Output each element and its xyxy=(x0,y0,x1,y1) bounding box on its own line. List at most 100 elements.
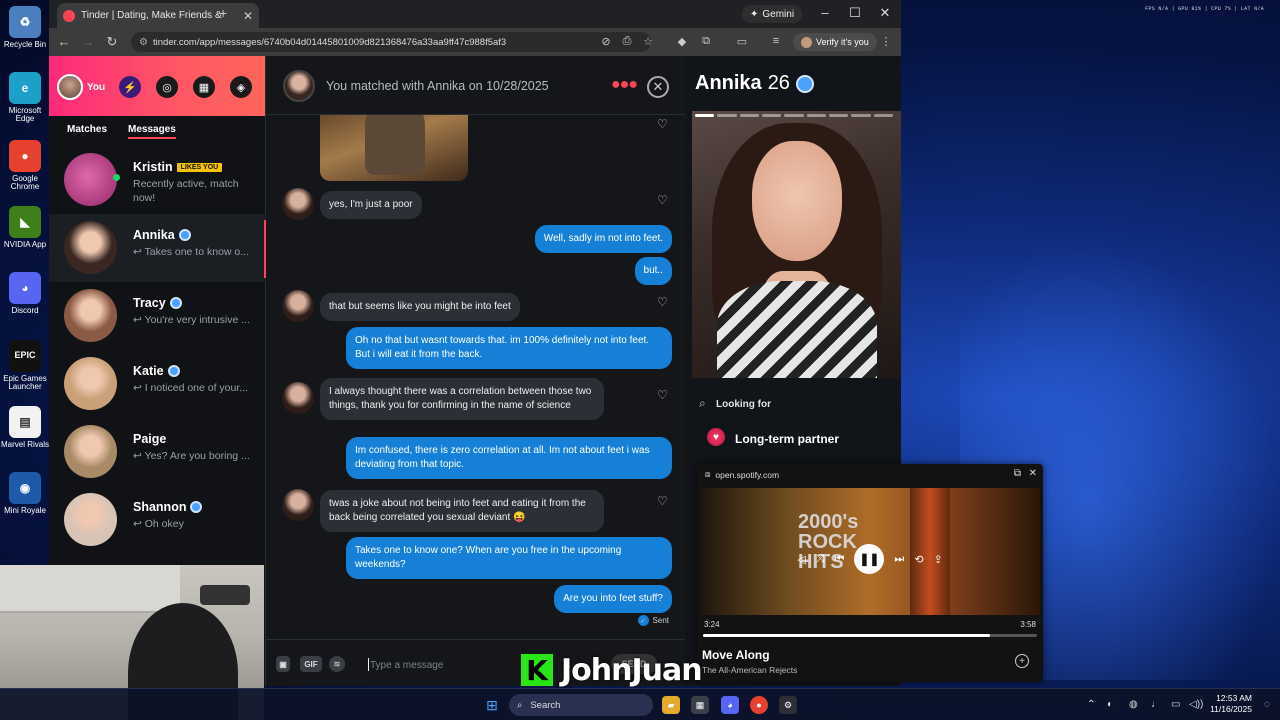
reload-icon[interactable]: ↻ xyxy=(103,34,121,50)
network-icon[interactable]: ▭ xyxy=(1171,699,1180,710)
profile-photo[interactable] xyxy=(692,111,901,378)
close-tab-icon[interactable]: ✕ xyxy=(243,9,253,23)
conversation-item[interactable]: Annika ↩ Takes one to know o... xyxy=(49,214,267,282)
conversation-item[interactable]: Shannon ↩ Oh okey xyxy=(49,486,266,554)
briefcase-icon[interactable]: ▦ xyxy=(193,76,215,98)
address-bar-row: ← → ↻ ⚙ tinder.com/app/messages/6740b04d… xyxy=(49,28,901,56)
tray-app-icon[interactable]: ◐ xyxy=(1107,699,1113,710)
tray-chevron-icon[interactable]: ⌃ xyxy=(1087,699,1095,710)
share-icon[interactable]: ⇪ xyxy=(934,553,943,566)
site-info-icon[interactable]: ⚙ xyxy=(139,37,148,48)
conversation-name: Tracy xyxy=(133,296,166,310)
install-icon[interactable]: ⎙ xyxy=(620,35,634,48)
outgoing-message[interactable]: Well, sadly im not into feet. xyxy=(534,225,672,254)
forward-icon[interactable]: → xyxy=(79,34,97,49)
shuffle-icon[interactable]: ⤨ xyxy=(816,553,825,566)
tab-matches[interactable]: Matches xyxy=(67,124,107,135)
shield-icon[interactable]: ◈ xyxy=(230,76,252,98)
gif-button[interactable]: GIF xyxy=(300,656,322,672)
extension-diamond-icon[interactable]: ◆ xyxy=(675,35,689,48)
extensions-icon[interactable]: ⧉ xyxy=(699,35,713,48)
more-options-icon[interactable]: ●●● xyxy=(611,76,638,94)
avatar[interactable] xyxy=(282,188,314,220)
outgoing-message[interactable]: but.. xyxy=(634,257,672,286)
outgoing-message[interactable]: Takes one to know one? When are you free… xyxy=(346,537,672,580)
outgoing-message[interactable]: Are you into feet stuff? xyxy=(554,585,672,614)
heart-icon[interactable]: ♡ xyxy=(657,295,668,309)
spotify-icon[interactable]: ≋ xyxy=(329,656,345,672)
previous-icon[interactable]: ⏮ xyxy=(835,553,845,566)
desktop-icon[interactable]: e Microsoft Edge xyxy=(0,72,50,124)
desktop-icon[interactable]: ● Google Chrome xyxy=(0,140,50,192)
incoming-message[interactable]: yes, I'm just a poor xyxy=(320,191,422,220)
split-view-icon[interactable]: ▭ xyxy=(735,35,749,48)
next-icon[interactable]: ⏭ xyxy=(894,553,904,566)
desktop-icon[interactable]: EPIC Epic Games Launcher xyxy=(0,340,50,392)
new-tab-button[interactable]: + xyxy=(219,5,227,21)
minimize-icon[interactable]: – xyxy=(815,5,835,20)
menu-kebab-icon[interactable]: ⋮ xyxy=(879,35,893,48)
microphone-icon[interactable]: ♩ xyxy=(1151,699,1161,710)
verify-profile-button[interactable]: Verify it's you xyxy=(793,33,877,51)
heart-icon[interactable]: ♡ xyxy=(657,193,668,207)
desktop-icon[interactable]: ◉ Mini Royale xyxy=(0,472,50,515)
url-bar[interactable]: ⚙ tinder.com/app/messages/6740b04d014458… xyxy=(131,32,651,52)
outgoing-message[interactable]: Oh no that but wasnt towards that. im 10… xyxy=(346,327,672,370)
close-chat-icon[interactable]: ✕ xyxy=(647,76,669,98)
sticker-icon[interactable]: ▣ xyxy=(276,656,290,672)
boost-icon[interactable]: ⚡ xyxy=(119,76,141,98)
volume-icon[interactable]: ◁)) xyxy=(1189,699,1203,710)
incoming-message[interactable]: twas a joke about not being into feet an… xyxy=(320,490,604,533)
desktop-icon[interactable]: ♻ Recycle Bin xyxy=(0,6,50,49)
repeat-icon[interactable]: ⟲ xyxy=(914,553,923,566)
avatar[interactable] xyxy=(57,74,83,100)
back-to-tab-icon[interactable]: ⧉ xyxy=(1014,468,1021,479)
volume-icon[interactable]: ◁ xyxy=(797,553,805,566)
spotify-pip-window[interactable]: ⧈ open.spotify.com ⧉ ✕ 2000's ROCK HITS … xyxy=(697,464,1043,682)
app-icon: ◣ xyxy=(9,206,41,238)
tab-messages[interactable]: Messages xyxy=(128,124,176,139)
tray-app-icon-2[interactable]: ◍ xyxy=(1129,699,1138,710)
settings-gear-icon[interactable]: ⚙ xyxy=(779,696,797,714)
avatar[interactable] xyxy=(282,382,314,414)
discord-icon[interactable]: ◕ xyxy=(721,696,739,714)
search-box[interactable]: ⌕ Search xyxy=(509,694,653,716)
desktop-icon[interactable]: ◣ NVIDIA App xyxy=(0,206,50,249)
browser-tab[interactable]: Tinder | Dating, Make Friends & ✕ xyxy=(57,3,259,28)
conversation-item[interactable]: Tracy ↩ You're very intrusive ... xyxy=(49,282,266,350)
notifications-icon[interactable]: ◌ xyxy=(1264,699,1270,710)
you-label[interactable]: You xyxy=(87,82,105,93)
heart-icon[interactable]: ♡ xyxy=(657,117,668,131)
conversation-item[interactable]: Katie ↩ I noticed one of your... xyxy=(49,350,266,418)
avatar[interactable] xyxy=(283,70,315,102)
eye-off-icon[interactable]: ⊘ xyxy=(599,35,613,48)
heart-icon[interactable]: ♡ xyxy=(657,388,668,402)
bookmark-star-icon[interactable]: ☆ xyxy=(641,35,655,48)
incoming-message[interactable]: I always thought there was a correlation… xyxy=(320,378,604,421)
desktop-icon[interactable]: ▤ Marvel Rivals xyxy=(0,406,50,449)
progress-bar[interactable] xyxy=(703,634,1037,637)
heart-icon[interactable]: ♡ xyxy=(657,494,668,508)
back-icon[interactable]: ← xyxy=(55,34,73,49)
avatar[interactable] xyxy=(282,489,314,521)
explore-icon[interactable]: ◎ xyxy=(156,76,178,98)
incoming-message[interactable]: that but seems like you might be into fe… xyxy=(320,293,520,322)
calculator-icon[interactable]: ▦ xyxy=(691,696,709,714)
gif-message[interactable] xyxy=(320,115,468,181)
reading-list-icon[interactable]: ≡ xyxy=(769,35,783,47)
desktop-icon[interactable]: ◕ Discord xyxy=(0,272,50,315)
clock[interactable]: 12:53 AM 11/16/2025 xyxy=(1210,693,1252,715)
avatar[interactable] xyxy=(282,290,314,322)
conversation-item[interactable]: Kristin LIKES YOU Recently active, match n… xyxy=(49,146,266,214)
close-window-icon[interactable]: ✕ xyxy=(875,5,895,21)
maximize-icon[interactable]: ☐ xyxy=(845,5,865,21)
close-pip-icon[interactable]: ✕ xyxy=(1029,468,1037,479)
gemini-button[interactable]: ✦ Gemini xyxy=(742,5,803,23)
file-explorer-icon[interactable]: ▰ xyxy=(662,696,680,714)
outgoing-message[interactable]: Im confused, there is zero correlation a… xyxy=(346,437,672,480)
pause-icon[interactable]: ❚❚ xyxy=(854,544,885,574)
chrome-icon[interactable]: ● xyxy=(750,696,768,714)
conversation-item[interactable]: Paige ↩ Yes? Are you boring ... xyxy=(49,418,266,486)
start-icon[interactable]: ⊞ xyxy=(483,696,501,714)
add-to-library-icon[interactable]: + xyxy=(1015,654,1029,668)
